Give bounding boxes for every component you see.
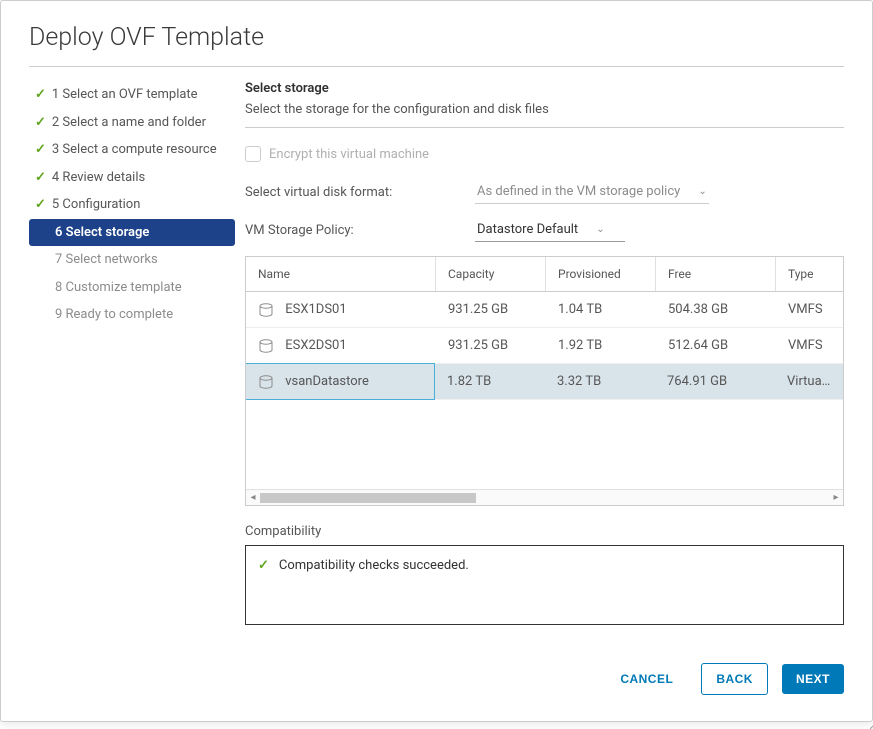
check-icon: ✓	[35, 85, 46, 105]
compatibility-box: ✓ Compatibility checks succeeded.	[245, 545, 844, 625]
check-icon: ✓	[35, 113, 46, 133]
cell-capacity: 931.25 GB	[436, 328, 546, 363]
compatibility-message: Compatibility checks succeeded.	[279, 558, 469, 573]
wizard-step-label: 2 Select a name and folder	[52, 113, 206, 133]
datastore-name: ESX1DS01	[285, 302, 346, 317]
cell-free: 764.91 GB	[655, 364, 775, 399]
storage-policy-label: VM Storage Policy:	[245, 223, 475, 238]
table-row[interactable]: ESX1DS01 931.25 GB 1.04 TB 504.38 GB VMF…	[246, 292, 843, 328]
cell-name: ESX1DS01	[246, 292, 436, 327]
check-icon: ✓	[258, 558, 269, 573]
wizard-step-3[interactable]: ✓ 3 Select a compute resource	[29, 136, 235, 164]
cell-type: Virtual SAN	[775, 364, 843, 399]
wizard-step-label: 8 Customize template	[55, 278, 182, 298]
check-icon: ✓	[35, 140, 46, 160]
wizard-step-label: 4 Review details	[52, 168, 145, 188]
storage-policy-select[interactable]: Datastore Default ⌄	[475, 218, 625, 242]
main-panel: Select storage Select the storage for th…	[245, 81, 844, 645]
datastore-icon	[258, 375, 274, 389]
scroll-track[interactable]	[260, 493, 829, 503]
datagrid-body[interactable]: ESX1DS01 931.25 GB 1.04 TB 504.38 GB VMF…	[246, 292, 843, 489]
col-free-header[interactable]: Free	[656, 257, 776, 291]
wizard-step-1[interactable]: ✓ 1 Select an OVF template	[29, 81, 235, 109]
scroll-left-icon[interactable]: ◂	[246, 492, 260, 503]
storage-policy-value: Datastore Default	[477, 222, 578, 237]
encrypt-checkbox-row: Encrypt this virtual machine	[245, 146, 844, 162]
wizard-step-label: 3 Select a compute resource	[52, 140, 217, 160]
chevron-down-icon: ⌄	[596, 224, 604, 235]
wizard-step-label: 9 Ready to complete	[55, 305, 173, 325]
col-provisioned-header[interactable]: Provisioned	[546, 257, 656, 291]
check-icon: ✓	[35, 168, 46, 188]
horizontal-scrollbar[interactable]: ◂ ▸	[246, 489, 843, 505]
panel-title: Select storage	[245, 81, 844, 96]
col-type-header[interactable]: Type	[776, 257, 843, 291]
cell-capacity: 931.25 GB	[436, 292, 546, 327]
table-row[interactable]: ESX2DS01 931.25 GB 1.92 TB 512.64 GB VMF…	[246, 328, 843, 364]
datastore-name: ESX2DS01	[285, 338, 346, 353]
next-button[interactable]: NEXT	[782, 664, 844, 694]
disk-format-label: Select virtual disk format:	[245, 185, 475, 200]
wizard-step-5[interactable]: ✓ 5 Configuration	[29, 191, 235, 219]
dialog-title: Deploy OVF Template	[29, 23, 844, 52]
scroll-thumb[interactable]	[260, 493, 476, 503]
datastore-icon	[258, 339, 274, 353]
dialog-footer: CANCEL BACK NEXT	[1, 645, 872, 721]
cell-provisioned: 1.04 TB	[546, 292, 656, 327]
wizard-step-label: 1 Select an OVF template	[52, 85, 198, 105]
cell-type: VMFS	[776, 328, 843, 363]
datastore-grid: Name Capacity Provisioned Free Type ESX1…	[245, 256, 844, 506]
cell-type: VMFS	[776, 292, 843, 327]
cell-capacity: 1.82 TB	[435, 364, 545, 399]
disk-format-value: As defined in the VM storage policy	[477, 184, 680, 199]
wizard-step-7: 7 Select networks	[29, 246, 235, 274]
cell-name: ESX2DS01	[246, 328, 436, 363]
storage-policy-row: VM Storage Policy: Datastore Default ⌄	[245, 218, 844, 242]
cell-provisioned: 3.32 TB	[545, 364, 655, 399]
dialog-body: ✓ 1 Select an OVF template ✓ 2 Select a …	[1, 67, 872, 645]
compatibility-label: Compatibility	[245, 524, 844, 539]
col-name-header[interactable]: Name	[246, 257, 436, 291]
encrypt-label: Encrypt this virtual machine	[269, 147, 429, 162]
wizard-step-label: 7 Select networks	[55, 250, 158, 270]
encrypt-checkbox	[245, 146, 261, 162]
wizard-step-6[interactable]: 6 Select storage	[29, 219, 235, 247]
wizard-step-label: 6 Select storage	[55, 223, 149, 243]
wizard-step-2[interactable]: ✓ 2 Select a name and folder	[29, 109, 235, 137]
dialog-header: Deploy OVF Template	[1, 1, 872, 66]
cancel-button[interactable]: CANCEL	[606, 664, 687, 694]
back-button[interactable]: BACK	[701, 663, 768, 695]
cell-provisioned: 1.92 TB	[546, 328, 656, 363]
cell-free: 504.38 GB	[656, 292, 776, 327]
disk-format-row: Select virtual disk format: As defined i…	[245, 180, 844, 204]
datagrid-header: Name Capacity Provisioned Free Type	[246, 257, 843, 292]
scroll-right-icon[interactable]: ▸	[829, 492, 843, 503]
wizard-step-9: 9 Ready to complete	[29, 301, 235, 329]
wizard-step-4[interactable]: ✓ 4 Review details	[29, 164, 235, 192]
disk-format-select[interactable]: As defined in the VM storage policy ⌄	[475, 180, 709, 204]
table-row[interactable]: vsanDatastore 1.82 TB 3.32 TB 764.91 GB …	[246, 364, 843, 400]
panel-separator	[245, 127, 844, 128]
check-icon: ✓	[35, 195, 46, 215]
cell-name: vsanDatastore	[246, 363, 435, 400]
cell-free: 512.64 GB	[656, 328, 776, 363]
datastore-name: vsanDatastore	[285, 374, 369, 389]
datastore-icon	[258, 303, 274, 317]
panel-subtitle: Select the storage for the configuration…	[245, 102, 844, 117]
col-capacity-header[interactable]: Capacity	[436, 257, 546, 291]
wizard-step-label: 5 Configuration	[52, 195, 141, 215]
chevron-down-icon: ⌄	[698, 186, 706, 197]
wizard-step-8: 8 Customize template	[29, 274, 235, 302]
wizard-nav: ✓ 1 Select an OVF template ✓ 2 Select a …	[29, 81, 245, 645]
ovf-deploy-dialog: Deploy OVF Template ✓ 1 Select an OVF te…	[0, 0, 873, 722]
